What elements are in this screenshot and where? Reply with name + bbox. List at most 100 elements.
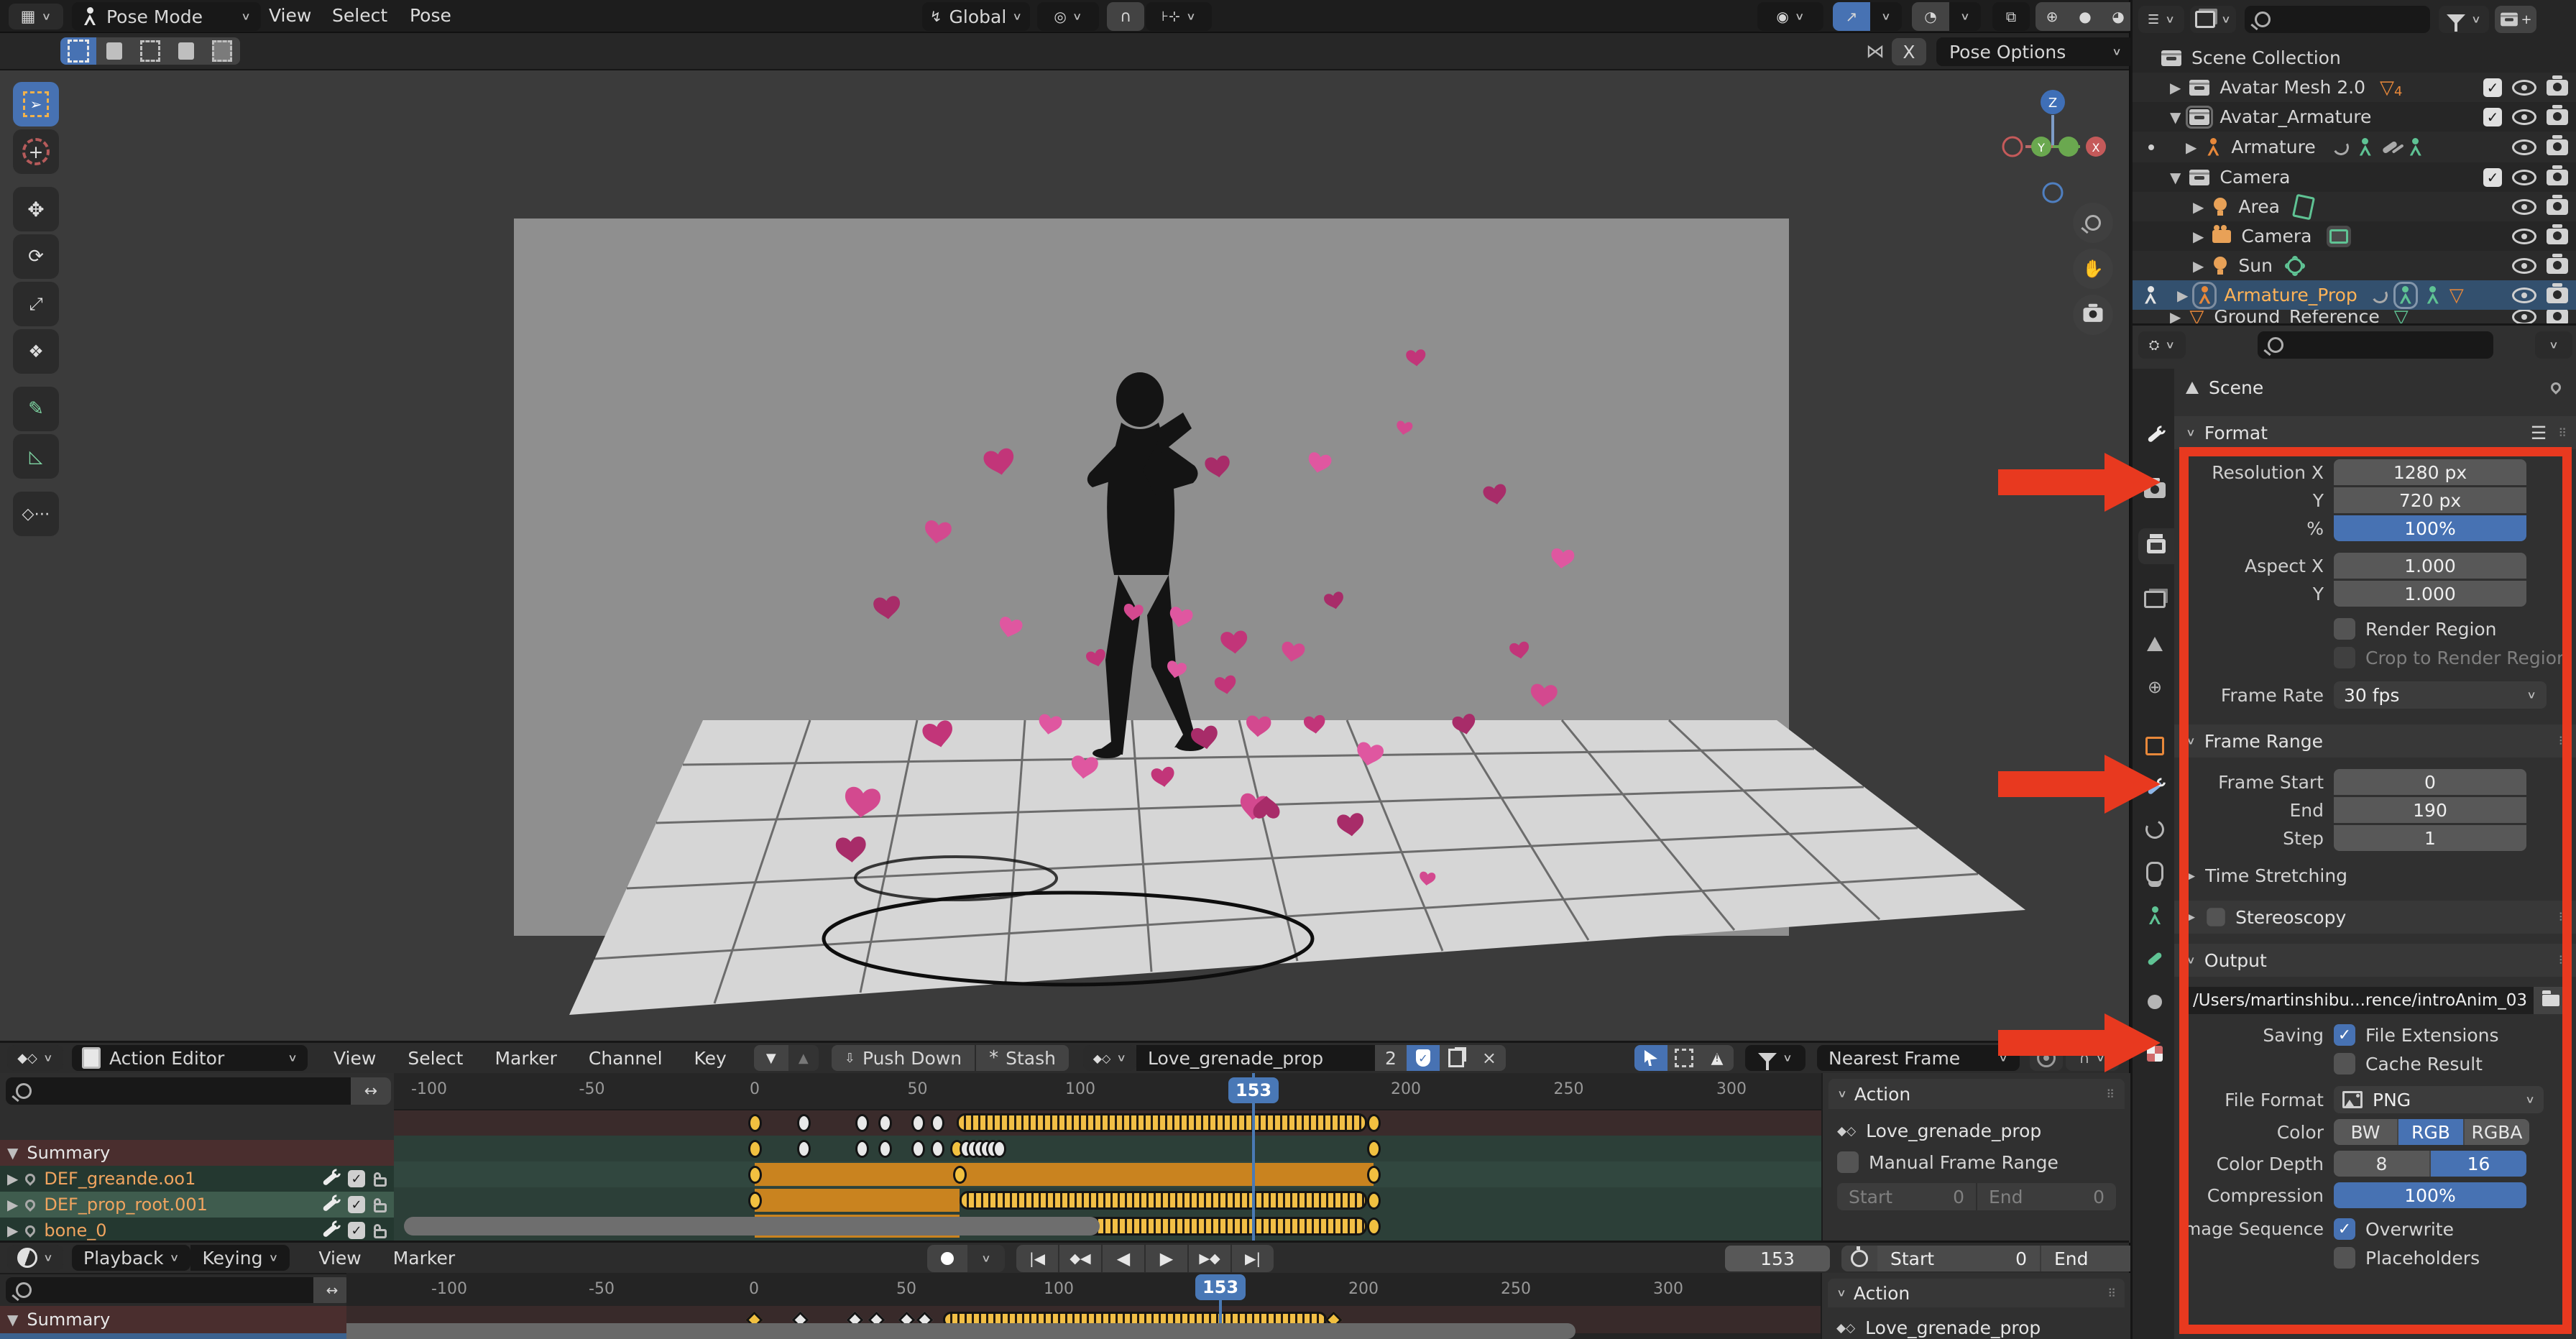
tool-scale[interactable]: ⤢ <box>13 282 59 326</box>
outliner-row-scene-collection[interactable]: Scene Collection <box>2133 43 2576 73</box>
tab-output-active[interactable] <box>2138 528 2174 564</box>
channel-row-def-prop-root[interactable]: ▶ DEF_prop_root.001 ✓ <box>0 1192 394 1218</box>
channel-row-def-greande[interactable]: ▶ DEF_greande.oo1 ✓ <box>0 1166 394 1192</box>
snap-dropdown[interactable]: ⊦⊹∨ <box>1146 2 1212 31</box>
dope-menu-key[interactable]: Key <box>678 1048 742 1069</box>
render-toggle[interactable] <box>2547 199 2568 215</box>
select-mode-subtract[interactable] <box>132 37 168 65</box>
pivot-point-dropdown[interactable]: ◎∨ <box>1037 2 1099 31</box>
expand-icon[interactable]: ▶ <box>2193 198 2204 216</box>
viewport-3d[interactable]: ➢ + ✥ ⟳ ⤢ ❖ ✎ ◺ ◇⋯ Z Y X ✋ <box>0 70 2129 1041</box>
dope-ruler[interactable]: -100-50050100200250300 <box>394 1073 1821 1110</box>
timeline-editor-type-button[interactable]: ∨ <box>7 1245 63 1271</box>
render-toggle[interactable] <box>2547 139 2568 155</box>
channel-enable-checkbox[interactable]: ✓ <box>348 1196 365 1213</box>
hide-toggle[interactable] <box>2512 229 2536 244</box>
outliner-display-mode-button[interactable]: ☰∨ <box>2138 6 2184 33</box>
playback-dropdown[interactable]: Playback∨ <box>72 1245 190 1271</box>
select-mode-new[interactable] <box>60 37 96 65</box>
tab-tool[interactable] <box>2138 419 2171 452</box>
push-down-button[interactable]: ⇩Push Down <box>832 1045 975 1071</box>
dope-menu-select[interactable]: Select <box>392 1048 479 1069</box>
render-toggle[interactable] <box>2547 258 2568 274</box>
new-collection-button[interactable]: + <box>2495 6 2536 33</box>
collection-checkbox[interactable]: ✓ <box>2483 168 2502 187</box>
lock-icon[interactable] <box>374 1177 387 1187</box>
use-preview-range-toggle[interactable] <box>1841 1246 1877 1271</box>
jump-to-end-button[interactable]: ▶| <box>1230 1245 1274 1272</box>
timeline-action-panel-header[interactable]: ∨Action ⠿ <box>1828 1279 2125 1307</box>
timeline-search-filter-toggle[interactable]: ↔ <box>313 1277 351 1303</box>
outliner-row-sun[interactable]: ▶ Sun <box>2133 251 2576 280</box>
snap-mode-dropdown[interactable]: Nearest Frame∨ <box>1817 1045 2020 1071</box>
properties-options-button[interactable]: ∨ <box>2535 331 2572 359</box>
expand-icon[interactable]: ▶ <box>2193 257 2204 275</box>
pose-options-dropdown[interactable]: Pose Options∨ <box>1936 37 2135 66</box>
render-toggle[interactable] <box>2547 229 2568 244</box>
xray-toggle[interactable]: ⧉ <box>1992 2 2030 31</box>
action-users-button[interactable]: 2 <box>1375 1045 1407 1071</box>
timeline-search-field[interactable] <box>6 1277 313 1303</box>
show-errors-toggle[interactable]: ▲! <box>1701 1045 1734 1071</box>
expand-icon[interactable]: ▶ <box>7 1170 18 1187</box>
lock-icon[interactable] <box>374 1203 387 1213</box>
tab-scene[interactable] <box>2138 627 2171 661</box>
tool-annotate[interactable]: ✎ <box>13 387 59 431</box>
render-toggle[interactable] <box>2547 170 2568 185</box>
stash-button[interactable]: *Stash <box>975 1045 1069 1071</box>
viewport-pan-button[interactable]: ✋ <box>2073 249 2113 289</box>
select-mode-extend[interactable] <box>96 37 132 65</box>
outliner-row-armature-prop[interactable]: ▶ Armature_Prop ▽ <box>2133 280 2576 310</box>
move-up-button[interactable]: ▲ <box>788 1045 819 1071</box>
tool-select-box[interactable]: ➢ <box>13 82 59 126</box>
manual-frame-range-checkbox[interactable] <box>1837 1151 1859 1173</box>
properties-display-button[interactable]: ⛭∨ <box>2138 331 2186 359</box>
hide-toggle[interactable] <box>2512 310 2536 323</box>
channel-enable-checkbox[interactable]: ✓ <box>348 1170 365 1187</box>
overlays-toggle[interactable]: ◔ <box>1912 2 1949 31</box>
gizmo-toggle[interactable]: ↗ <box>1833 2 1870 31</box>
hide-toggle[interactable] <box>2512 199 2536 215</box>
channel-enable-checkbox[interactable]: ✓ <box>348 1222 365 1239</box>
outliner-filter-button[interactable]: ∨ <box>2439 6 2489 33</box>
presets-icon[interactable]: ☰ <box>2531 423 2547 443</box>
dope-horizontal-scrollbar[interactable] <box>404 1217 1100 1236</box>
menu-pose[interactable]: Pose <box>394 5 467 26</box>
hide-toggle[interactable] <box>2512 287 2536 303</box>
expand-icon[interactable]: ▶ <box>2170 79 2181 96</box>
tool-transform[interactable]: ❖ <box>13 329 59 374</box>
properties-search-field[interactable] <box>2258 331 2493 359</box>
dope-menu-channel[interactable]: Channel <box>573 1048 678 1069</box>
dope-editor-type-button[interactable]: ◆◇∨ <box>7 1045 63 1071</box>
tool-breakdowner[interactable]: ◇⋯ <box>13 492 59 536</box>
play-button[interactable]: ▶ <box>1144 1245 1187 1272</box>
next-keyframe-button[interactable]: ▶◆ <box>1187 1245 1230 1272</box>
select-visibility-dropdown[interactable]: ◉∨ <box>1757 2 1823 31</box>
filter-dropdown[interactable]: ∨ <box>1745 1045 1806 1071</box>
action-browse-button[interactable]: ◆◇∨ <box>1083 1045 1136 1071</box>
outliner-row-armature[interactable]: ▶ Armature <box>2133 132 2576 162</box>
outliner-filter-id-button[interactable]: ∨ <box>2190 6 2236 33</box>
dope-key-area[interactable]: -100-50050100200250300 153 <box>394 1073 1821 1243</box>
gizmo-dropdown[interactable]: ∨ <box>1870 2 1902 31</box>
outliner-row-avatar-mesh[interactable]: ▶ Avatar Mesh 2.0 ▽4 ✓ <box>2133 73 2576 102</box>
timeline-menu-marker[interactable]: Marker <box>377 1248 471 1269</box>
tab-view-layer[interactable] <box>2138 583 2171 616</box>
outliner-row-avatar-armature[interactable]: ▼ Avatar_Armature ✓ <box>2133 102 2576 132</box>
dope-menu-view[interactable]: View <box>318 1048 392 1069</box>
tab-world[interactable]: ⊕ <box>2138 671 2171 704</box>
mirror-x-button[interactable]: X <box>1892 38 1926 65</box>
editor-type-button[interactable]: ▦∨ <box>9 4 63 29</box>
auto-keying-toggle[interactable] <box>927 1245 967 1272</box>
keying-set-dropdown[interactable]: ∨ <box>967 1245 1005 1272</box>
expand-icon[interactable]: ▶ <box>2170 310 2181 323</box>
render-toggle[interactable] <box>2547 109 2568 125</box>
overlays-dropdown[interactable]: ∨ <box>1949 2 1981 31</box>
timeline-menu-view[interactable]: View <box>303 1248 377 1269</box>
action-end-field[interactable]: End0 <box>1976 1183 2116 1210</box>
hide-toggle[interactable] <box>2512 170 2536 185</box>
hide-toggle[interactable] <box>2512 109 2536 125</box>
menu-select[interactable]: Select <box>316 5 403 26</box>
range-start-field[interactable]: Start0 <box>1877 1246 2040 1271</box>
select-mode-invert[interactable] <box>168 37 204 65</box>
